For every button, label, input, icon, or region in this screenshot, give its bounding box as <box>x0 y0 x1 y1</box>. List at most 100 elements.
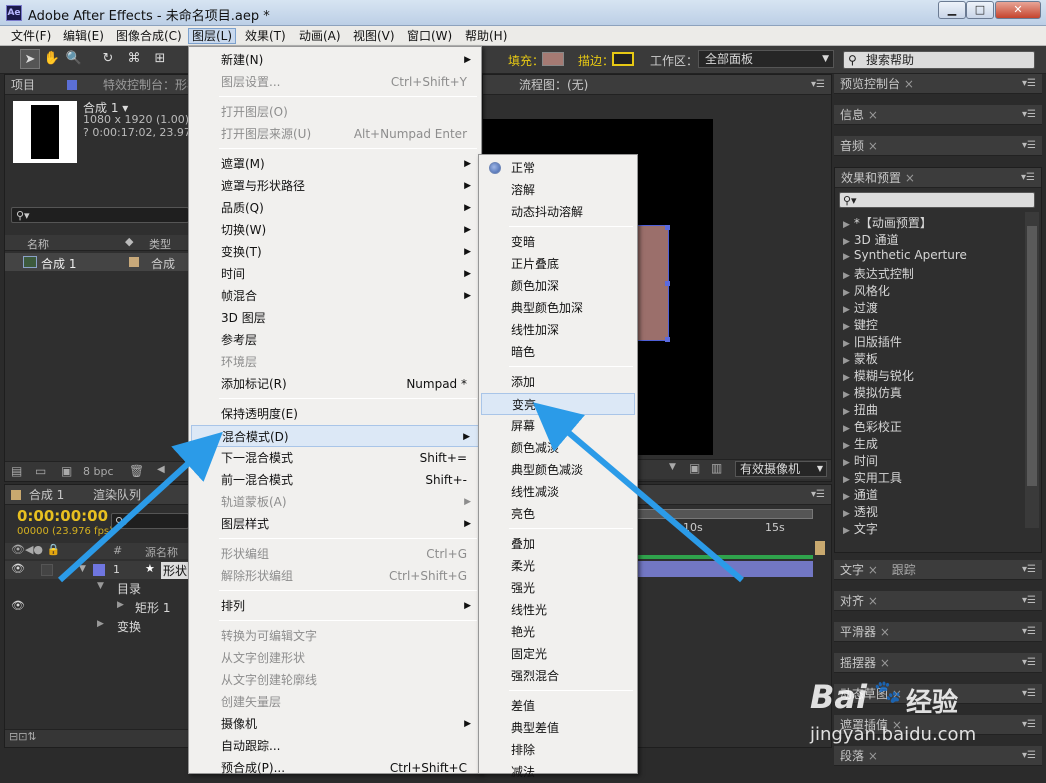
blend-mode-item[interactable]: 线性加深 <box>481 319 635 341</box>
close-icon[interactable]: × <box>905 171 915 185</box>
layer-menu-item[interactable]: 前一混合模式 Shift+- <box>191 469 479 491</box>
layer-duration-bar[interactable] <box>637 561 813 577</box>
project-item-row[interactable]: 合成 1 合成 <box>5 253 189 271</box>
eye-icon[interactable]: 👁 <box>11 562 25 575</box>
wiggler-panel-header[interactable]: 摇摆器 × ▾☰ <box>834 653 1042 673</box>
blend-mode-item[interactable]: 减法 <box>481 761 635 783</box>
layer-menu-item[interactable]: 帧混合 ▶ <box>191 285 479 307</box>
menu-help[interactable]: 帮助(H) <box>462 28 510 44</box>
effect-category-item[interactable]: ▶ 色彩校正 <box>843 418 902 435</box>
layer-menu-item[interactable]: 3D 图层 <box>191 307 479 329</box>
effect-category-item[interactable]: ▶ 时间 <box>843 452 878 469</box>
layer-menu-item[interactable]: 保持透明度(E) <box>191 403 479 425</box>
expand-icon[interactable]: ▼ <box>79 564 86 574</box>
layer-menu-item[interactable]: 混合模式(D) ▶ <box>191 425 479 447</box>
blend-mode-item[interactable]: 典型颜色减淡 <box>481 459 635 481</box>
blend-mode-item[interactable]: 典型颜色加深 <box>481 297 635 319</box>
work-area-bar[interactable] <box>637 509 813 519</box>
col-name[interactable]: 名称 <box>27 236 49 252</box>
layer-menu-item[interactable]: 遮罩与形状路径 ▶ <box>191 175 479 197</box>
blend-mode-item[interactable]: 变亮 <box>481 393 635 415</box>
panel-menu-icon[interactable]: ▾☰ <box>1022 136 1036 156</box>
layer-menu-item[interactable]: 摄像机 ▶ <box>191 713 479 735</box>
blend-mode-item[interactable]: 线性光 <box>481 599 635 621</box>
trash-icon[interactable]: 🗑 <box>129 464 144 478</box>
close-icon[interactable]: × <box>880 625 890 639</box>
panel-menu-icon[interactable]: ▾☰ <box>1022 622 1036 642</box>
audio-panel-header[interactable]: 音频 × ▾☰ <box>834 136 1042 156</box>
menu-view[interactable]: 视图(V) <box>350 28 398 44</box>
transform-group[interactable]: 变换 <box>117 618 141 635</box>
blend-mode-item[interactable]: 颜色加深 <box>481 275 635 297</box>
menu-composition[interactable]: 图像合成(C) <box>113 28 185 44</box>
selection-tool-icon[interactable]: ➤ <box>20 49 40 69</box>
handle-icon[interactable] <box>665 337 670 342</box>
blend-mode-item[interactable]: 叠加 <box>481 533 635 555</box>
layer-menu-item[interactable]: 参考层 <box>191 329 479 351</box>
rotate-tool-icon[interactable]: ↻ <box>98 49 118 69</box>
workspace-select[interactable]: 全部面板 ▼ <box>698 50 834 68</box>
layer-menu-item[interactable]: 排列 ▶ <box>191 595 479 617</box>
handle-icon[interactable] <box>665 225 670 230</box>
solo-box[interactable] <box>41 564 53 576</box>
layer-name[interactable]: 形状 <box>161 562 189 579</box>
close-icon[interactable]: × <box>904 77 914 91</box>
close-icon[interactable]: × <box>868 108 878 122</box>
blend-mode-item[interactable]: 屏幕 <box>481 415 635 437</box>
tab-flowchart[interactable]: 流程图：(无) <box>519 78 588 92</box>
col-type[interactable]: 类型 <box>149 236 171 252</box>
bit-depth[interactable]: 8 bpc <box>83 465 114 478</box>
panel-menu-icon[interactable]: ▾☰ <box>811 485 825 505</box>
close-icon[interactable]: × <box>880 656 890 670</box>
info-panel-header[interactable]: 信息 × ▾☰ <box>834 105 1042 125</box>
blend-mode-item[interactable]: 变暗 <box>481 231 635 253</box>
close-button[interactable]: ✕ <box>995 1 1041 19</box>
close-icon[interactable]: × <box>868 139 878 153</box>
close-icon[interactable]: × <box>868 594 878 608</box>
menu-animation[interactable]: 动画(A) <box>296 28 344 44</box>
rect-group[interactable]: 矩形 1 <box>135 599 170 616</box>
effect-category-item[interactable]: ▶ 透视 <box>843 503 878 520</box>
menu-effect[interactable]: 效果(T) <box>242 28 289 44</box>
pan-behind-tool-icon[interactable]: ⊞ <box>150 49 170 69</box>
panel-menu-icon[interactable]: ▾☰ <box>1022 105 1036 125</box>
layer-menu-item[interactable]: 自动跟踪... <box>191 735 479 757</box>
effect-category-item[interactable]: ▶ 通道 <box>843 486 878 503</box>
active-camera-select[interactable]: 有效摄像机 ▼ <box>735 461 827 477</box>
effect-category-item[interactable]: ▶ 模糊与锐化 <box>843 367 914 384</box>
effect-category-item[interactable]: ▶ 实用工具 <box>843 469 902 486</box>
menu-layer[interactable]: 图层(L) <box>188 28 237 44</box>
effect-category-item[interactable]: ▶ 蒙板 <box>843 350 878 367</box>
fill-color-swatch[interactable] <box>542 52 564 66</box>
scroll-left-icon[interactable]: ◀ <box>157 464 165 475</box>
panel-menu-icon[interactable]: ▾☰ <box>1022 591 1036 611</box>
blend-mode-item[interactable]: 正片叠底 <box>481 253 635 275</box>
blend-mode-item[interactable]: 颜色减淡 <box>481 437 635 459</box>
effect-category-item[interactable]: ▶ 3D 通道 <box>843 231 899 248</box>
panel-menu-icon[interactable]: ▾☰ <box>1021 168 1035 188</box>
camera-tool-icon[interactable]: ⌘ <box>124 49 144 69</box>
effects-scrollbar[interactable] <box>1025 212 1039 528</box>
hand-tool-icon[interactable]: ✋ <box>42 49 62 69</box>
layer-menu-item[interactable]: 遮罩(M) ▶ <box>191 153 479 175</box>
smoother-panel-header[interactable]: 平滑器 × ▾☰ <box>834 622 1042 642</box>
layer-menu-item[interactable]: 变换(T) ▶ <box>191 241 479 263</box>
effect-category-item[interactable]: ▶ 文字 <box>843 520 878 537</box>
project-search-input[interactable]: ⚲▾ <box>11 207 189 223</box>
blend-mode-item[interactable]: 溶解 <box>481 179 635 201</box>
eye-icon[interactable]: 👁 <box>11 599 25 612</box>
col-source-name[interactable]: 源名称 <box>145 544 178 560</box>
tab-project[interactable]: 项目 <box>11 78 35 92</box>
layer-menu-item[interactable]: 新建(N) ▶ <box>191 49 479 71</box>
effect-category-item[interactable]: ▶ 风格化 <box>843 282 890 299</box>
new-comp-icon[interactable]: ▣ <box>61 464 72 478</box>
menu-file[interactable]: 文件(F) <box>8 28 54 44</box>
blend-mode-item[interactable]: 动态抖动溶解 <box>481 201 635 223</box>
blend-mode-item[interactable]: 差值 <box>481 695 635 717</box>
stroke-color-swatch[interactable] <box>612 52 634 66</box>
effect-category-item[interactable]: ▶ Synthetic Aperture <box>843 248 967 262</box>
minimize-button[interactable]: ▁ <box>938 1 966 19</box>
panel-menu-icon[interactable]: ▾☰ <box>1022 74 1036 94</box>
handle-icon[interactable] <box>665 281 670 286</box>
blend-mode-item[interactable]: 柔光 <box>481 555 635 577</box>
